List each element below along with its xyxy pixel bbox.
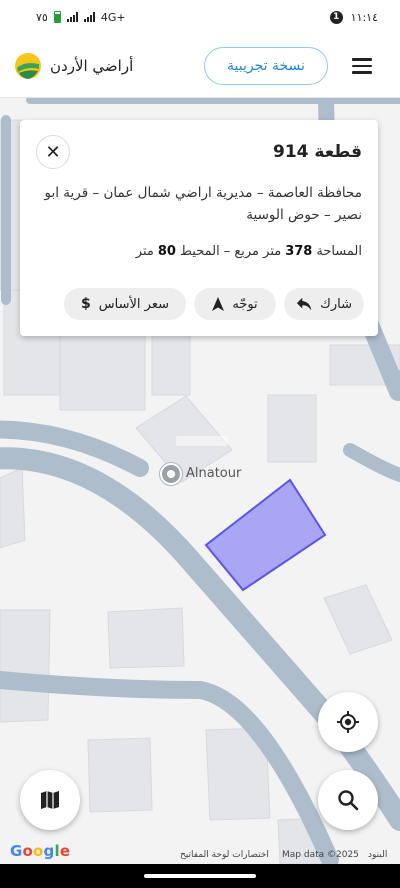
close-icon[interactable]: ✕ bbox=[36, 135, 70, 169]
share-arrow-icon bbox=[296, 297, 312, 311]
my-location-button[interactable] bbox=[318, 692, 378, 752]
parcel-address: محافظة العاصمة – مديرية اراضي شمال عمان … bbox=[44, 185, 362, 223]
menu-icon[interactable] bbox=[352, 54, 376, 78]
perimeter-value: 80 bbox=[157, 244, 176, 259]
app-title: أراضي الأردن bbox=[50, 57, 134, 75]
share-button[interactable]: شارك bbox=[284, 288, 364, 320]
perimeter-label: المحيط bbox=[179, 244, 220, 259]
signal-icon-2 bbox=[83, 12, 95, 22]
google-logo: Google bbox=[10, 842, 71, 860]
parcel-title: قطعة 914 bbox=[272, 142, 362, 162]
clock: ١١:١٤ bbox=[350, 10, 378, 24]
parcel-info-card: قطعة 914 ✕ محافظة العاصمة – مديرية اراضي… bbox=[20, 120, 378, 336]
poi-pin-icon[interactable] bbox=[160, 463, 182, 485]
battery-icon bbox=[53, 11, 61, 23]
directions-label: توجّه bbox=[232, 296, 258, 312]
trial-version-button[interactable]: نسخة تجريبية bbox=[204, 47, 328, 85]
keyboard-shortcuts-link[interactable]: اختصارات لوحة المفاتيح bbox=[180, 850, 269, 860]
battery-level: ٧٥ bbox=[36, 10, 48, 24]
system-nav-bar bbox=[0, 864, 400, 888]
map-type-button[interactable] bbox=[20, 770, 80, 830]
my-location-icon bbox=[337, 711, 359, 733]
app-bar: أراضي الأردن نسخة تجريبية bbox=[0, 34, 400, 98]
base-price-button[interactable]: سعر الأساس $ bbox=[64, 288, 186, 320]
search-button[interactable] bbox=[318, 770, 378, 830]
terms-link[interactable]: البنود bbox=[368, 850, 387, 860]
parcel-metrics: المساحة 378 متر مربع – المحيط 80 متر bbox=[136, 244, 362, 259]
perimeter-unit: متر bbox=[135, 244, 154, 259]
area-unit: متر مربع – bbox=[223, 244, 282, 259]
faint-poi-label bbox=[176, 436, 228, 446]
status-left: ٧٥ 4G+ bbox=[36, 11, 126, 24]
dollar-icon: $ bbox=[81, 296, 91, 312]
brand: أراضي الأردن bbox=[14, 52, 133, 80]
directions-button[interactable]: توجّه bbox=[194, 288, 276, 320]
map-icon bbox=[41, 791, 59, 809]
base-price-label: سعر الأساس bbox=[98, 296, 169, 312]
map-data-attribution: Map data ©2025 bbox=[282, 850, 359, 860]
navigation-arrow-icon bbox=[212, 297, 225, 311]
signal-icon bbox=[66, 12, 78, 22]
home-handle[interactable] bbox=[144, 874, 256, 878]
area-label: المساحة bbox=[316, 244, 362, 259]
poi-label[interactable]: Alnatour bbox=[186, 466, 241, 481]
status-bar: ٧٥ 4G+ 1 ١١:١٤ bbox=[0, 0, 400, 34]
share-label: شارك bbox=[320, 296, 352, 312]
area-value: 378 bbox=[285, 244, 313, 259]
notification-badge: 1 bbox=[329, 10, 343, 24]
parcel-actions: شارك توجّه سعر الأساس $ bbox=[52, 288, 364, 320]
selected-parcel bbox=[204, 478, 327, 592]
network-type: 4G+ bbox=[100, 10, 126, 24]
search-icon bbox=[338, 790, 359, 811]
status-right: 1 ١١:١٤ bbox=[329, 10, 378, 24]
app-logo-icon bbox=[15, 53, 41, 79]
